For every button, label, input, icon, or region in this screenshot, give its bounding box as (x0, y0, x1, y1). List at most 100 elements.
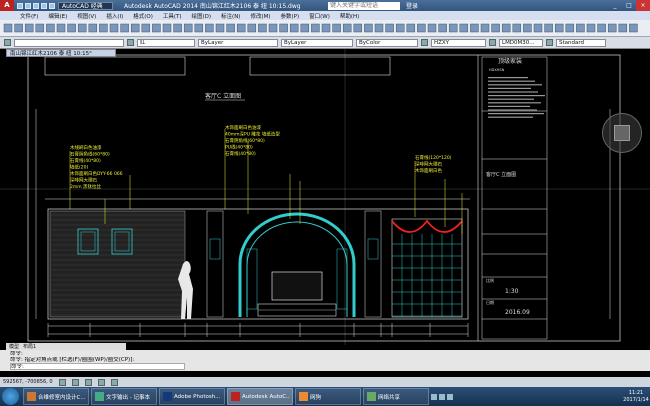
taskbar-item-4[interactable]: 网狗 (295, 388, 361, 405)
command-input[interactable]: 命令: (10, 363, 185, 370)
redo-icon[interactable] (49, 2, 55, 9)
taskbar-item-0[interactable]: 合维修室内设计C... (23, 388, 89, 405)
save-icon[interactable] (33, 2, 39, 9)
menu-item-5[interactable]: 工具(T) (163, 12, 182, 20)
menu-item-4[interactable]: 格式(O) (133, 12, 153, 20)
windows-taskbar: 合维修室内设计C... 文字输出 - 记事本 Adobe Photosh... Aut… (0, 387, 650, 406)
toolbar-icons[interactable] (0, 20, 650, 37)
clock[interactable]: 11:21 2017/1/14 (622, 390, 650, 404)
taskbar-item-2[interactable]: Adobe Photosh... (159, 388, 225, 405)
cad-drawing: 客厅C 立面图 木线刷白色油漆石膏阴角线(60*80)石膏线(40*80)墙纸(… (0, 49, 650, 345)
file-tab[interactable]: 南山锦江红木2106 泰 纽 10:15° (6, 49, 116, 57)
maximize-icon[interactable]: □ (622, 0, 636, 11)
taskbar-item-label: Adobe Photosh... (174, 393, 221, 400)
volume-icon[interactable] (439, 393, 445, 400)
note-right-1: 深啡网大理石 (415, 161, 442, 168)
company-name: 顶级家装 (498, 57, 522, 65)
grid-icon[interactable] (71, 378, 79, 386)
coordinate-readout: 592567, -700856, 0 (3, 379, 53, 385)
color-dropdown[interactable]: 红 (137, 38, 195, 47)
tab-layout1[interactable]: 布局1 (23, 343, 36, 350)
app-icon (367, 392, 376, 401)
layout-tabs: 模型 布局1 (6, 343, 126, 350)
note-left-2: 石膏线(40*80) (70, 157, 101, 164)
note-left-0: 木线刷白色油漆 (70, 144, 102, 151)
menu-item-0[interactable]: 文件(F) (20, 12, 38, 20)
note-center-0: 木饰面刷白色油漆 (225, 124, 261, 131)
drawing-canvas[interactable]: 客厅C 立面图 木线刷白色油漆 石膏阴角线(60*80) 石膏线(40*80) … (0, 49, 650, 345)
taskbar-item-label: 网络共享 (378, 394, 401, 401)
polar-icon[interactable] (97, 378, 105, 386)
open-icon[interactable] (25, 2, 31, 9)
taskbar-item-3[interactable]: Autodesk AutoC... (227, 388, 293, 405)
toolbar-ribbon (0, 20, 650, 37)
window-controls: _ □ × (608, 0, 650, 11)
text-style-icon[interactable] (421, 39, 428, 46)
table-style-dropdown[interactable]: Standard (556, 38, 606, 47)
new-icon[interactable] (17, 2, 23, 9)
layer-state-icon[interactable] (127, 39, 134, 46)
taskbar-item-5[interactable]: 网络共享 (363, 388, 429, 405)
properties-toolbar: 红 ByLayer ByLayer ByColor HZXY LMD0M30..… (0, 37, 650, 49)
dim-style-icon[interactable] (489, 39, 496, 46)
date-value: 2016.09 (505, 309, 530, 316)
view-cube-top-icon[interactable] (614, 125, 630, 141)
ortho-icon[interactable] (84, 378, 92, 386)
minimize-icon[interactable]: _ (608, 0, 622, 11)
tray-icon[interactable] (431, 393, 437, 400)
snap-icon[interactable] (58, 378, 66, 386)
note-center-1: 40mm深PU 雕花 墙纸造型 (225, 131, 280, 138)
clock-date: 2017/1/14 (623, 396, 649, 403)
menu-item-7[interactable]: 标注(N) (221, 12, 240, 20)
note-right-2: 木饰面刷白色 (415, 167, 442, 174)
text-style-dropdown[interactable]: HZXY (431, 38, 486, 47)
note-left-5: 深啡网大理石 (70, 177, 97, 184)
scale-value: 1:30 (505, 288, 519, 295)
note-right-0: 石膏线(120*120) (415, 154, 452, 161)
scale-label: 比例 (486, 277, 494, 283)
command-history-2: 命令: 指定对角点或 [栏选(F)/圈围(WP)/圈交(CP)]: (10, 357, 135, 363)
tab-model[interactable]: 模型 (9, 343, 19, 350)
layer-manager-icon[interactable] (4, 39, 11, 46)
menu-bar: 文件(F) 编辑(E) 视图(V) 插入(I) 格式(O) 工具(T) 绘图(D) 标注(N)… (0, 11, 650, 20)
app-icon (299, 392, 308, 401)
quick-access-toolbar (17, 2, 55, 9)
table-style-icon[interactable] (546, 39, 553, 46)
app-icon (231, 392, 240, 401)
menu-item-9[interactable]: 参数(P) (281, 12, 300, 20)
plotstyle-dropdown[interactable]: ByColor (356, 38, 418, 47)
title-bar: A AutoCAD 经典 Autodesk AutoCAD 2014 南山锦江红… (0, 0, 650, 11)
app-icon (95, 392, 104, 401)
login-button[interactable]: 登录 (406, 1, 434, 10)
close-icon[interactable]: × (636, 0, 650, 11)
search-input[interactable]: 键入关键字或短语 (328, 1, 400, 10)
layer-dropdown[interactable] (14, 38, 124, 47)
start-button[interactable] (2, 388, 19, 405)
system-tray (431, 393, 453, 400)
taskbar-item-label: Autodesk AutoC... (242, 393, 289, 400)
workspace-dropdown[interactable]: AutoCAD 经典 (58, 1, 113, 10)
menu-item-3[interactable]: 插入(I) (106, 12, 123, 20)
undo-icon[interactable] (41, 2, 47, 9)
menu-item-10[interactable]: 窗口(W) (309, 12, 330, 20)
network-icon[interactable] (447, 393, 453, 400)
note-left-1: 石膏阴角线(60*80) (70, 151, 110, 158)
note-left-3: 墙纸(20) (70, 164, 88, 171)
menu-item-2[interactable]: 视图(V) (77, 12, 96, 20)
taskbar-item-1[interactable]: 文字输出 - 记事本 (91, 388, 157, 405)
dim-style-dropdown[interactable]: LMD0M30... (499, 38, 543, 47)
elevation-title: 客厅C 立面图 (205, 92, 241, 100)
taskbar-item-label: 合维修室内设计C... (38, 394, 85, 401)
sheet-name: 客厅C 立面图 (486, 171, 516, 178)
osnap-icon[interactable] (110, 378, 118, 386)
note-center-4: 石膏线(40*80) (225, 150, 256, 157)
menu-item-6[interactable]: 绘图(D) (192, 12, 212, 20)
app-icon (27, 392, 36, 401)
command-line[interactable]: 命令: 命令: 指定对角点或 [栏选(F)/圈围(WP)/圈交(CP)]: 命令… (0, 350, 650, 371)
lineweight-dropdown[interactable]: ByLayer (281, 38, 353, 47)
menu-item-11[interactable]: 帮助(H) (340, 12, 359, 20)
linetype-dropdown[interactable]: ByLayer (198, 38, 278, 47)
autocad-app-icon[interactable]: A (0, 0, 14, 11)
menu-item-1[interactable]: 编辑(E) (48, 12, 67, 20)
menu-item-8[interactable]: 修改(M) (250, 12, 270, 20)
